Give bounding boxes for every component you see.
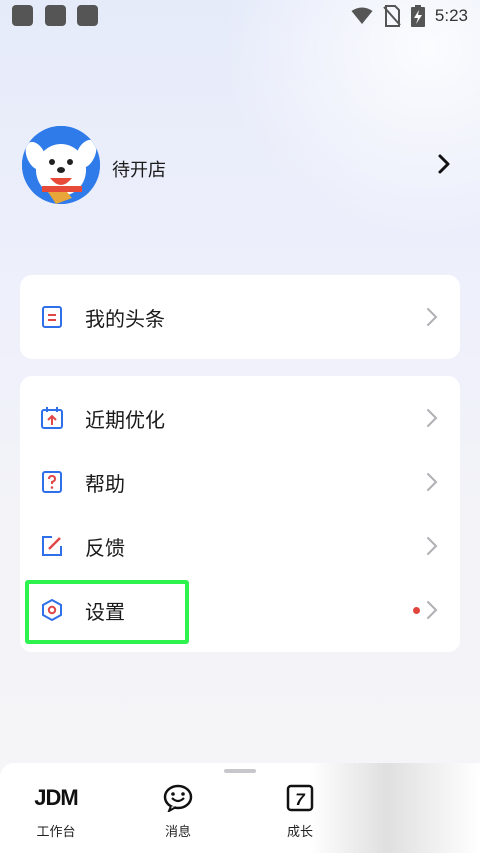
tab-label: 工作台 [36, 825, 76, 840]
status-bar: 5:23 [0, 0, 480, 34]
notification-icon [45, 5, 66, 26]
chevron-right-icon[interactable] [432, 152, 456, 176]
headlines-card: 我的头条 [20, 275, 460, 359]
chevron-right-icon [427, 473, 438, 491]
avatar[interactable] [22, 126, 100, 204]
svg-text:7: 7 [295, 790, 306, 809]
tab-workbench[interactable]: JDM 工作台 [16, 783, 96, 843]
question-icon [42, 471, 62, 493]
menu-item-label: 反馈 [85, 535, 125, 560]
chevron-right-icon [427, 409, 438, 427]
menu-item-label: 帮助 [85, 471, 125, 496]
notification-icon [12, 5, 33, 26]
jd-dog-mascot-icon [22, 126, 100, 204]
status-time: 5:23 [434, 6, 468, 25]
notification-icon [77, 5, 98, 26]
jdm-logo-icon: JDM [34, 785, 78, 810]
edge-fade [310, 763, 480, 853]
menu-item-recent-optimization[interactable]: 近期优化 [20, 386, 460, 450]
menu-item-feedback[interactable]: 反馈 [20, 514, 460, 578]
edit-icon [42, 536, 62, 556]
drag-handle[interactable] [224, 769, 256, 773]
notification-dot [413, 607, 420, 614]
tab-label: 消息 [164, 825, 191, 840]
battery-charging-icon [410, 5, 425, 27]
profile-header[interactable]: 待开店 [22, 126, 458, 204]
chevron-right-icon [427, 308, 438, 326]
background-glow [220, 0, 480, 240]
chevron-right-icon [427, 537, 438, 555]
chat-smile-icon [163, 784, 193, 812]
menu-item-help[interactable]: 帮助 [20, 450, 460, 514]
menu-item-my-headlines[interactable]: 我的头条 [20, 285, 460, 349]
document-list-icon [42, 306, 62, 328]
shop-name: 待开店 [112, 160, 166, 181]
highlight-box [25, 580, 189, 644]
wifi-icon [351, 7, 373, 24]
tab-messages[interactable]: 消息 [138, 783, 218, 843]
chevron-right-icon [427, 601, 438, 619]
menu-item-label: 我的头条 [85, 306, 165, 331]
bottom-nav: JDM 工作台 消息 7 成长 [0, 763, 480, 853]
menu-item-label: 近期优化 [85, 407, 165, 432]
calendar-upload-icon [41, 407, 63, 429]
no-sim-icon [383, 5, 401, 27]
